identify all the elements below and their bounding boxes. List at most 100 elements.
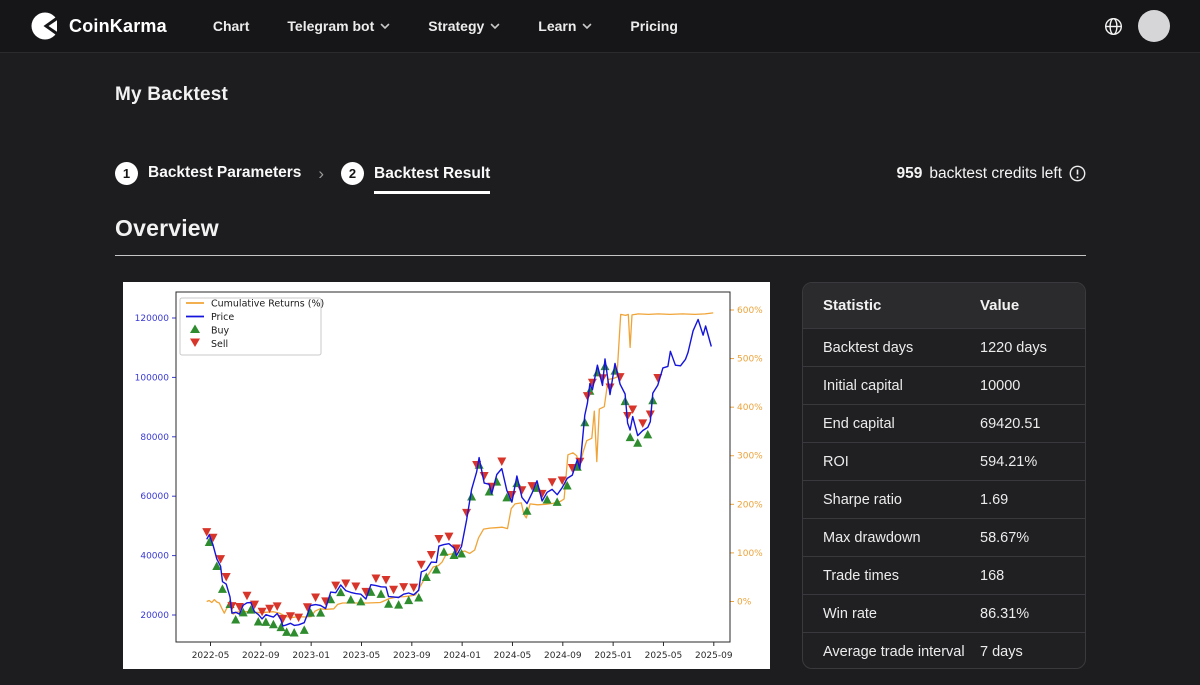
- stats-row-average-trade-interval: Average trade interval7 days: [803, 632, 1085, 669]
- stat-value: 69420.51: [980, 416, 1085, 432]
- y-axis-left-tick-label: 60000: [140, 492, 169, 502]
- x-axis-tick-label: 2025-01: [594, 651, 632, 661]
- section-divider: [115, 255, 1086, 256]
- y-axis-right-tick-label: 100%: [737, 549, 763, 559]
- stat-label: Initial capital: [803, 378, 980, 394]
- chevron-down-icon: [582, 23, 592, 30]
- stat-label: Sharpe ratio: [803, 492, 980, 508]
- credits-count: 959: [896, 165, 922, 183]
- step-2-label: Backtest Result: [374, 165, 490, 194]
- y-axis-left-tick-label: 40000: [140, 552, 169, 562]
- credits-remaining: 959 backtest credits left: [896, 165, 1086, 183]
- backtest-chart: 2022-05 2022-09 2023-01 2023-05 2023-09 2024-…: [123, 282, 770, 669]
- chevron-down-icon: [490, 23, 500, 30]
- stats-row-max-drawdown: Max drawdown58.67%: [803, 518, 1085, 556]
- info-icon[interactable]: [1069, 165, 1086, 182]
- stats-row-win-rate: Win rate86.31%: [803, 594, 1085, 632]
- x-axis-tick-label: 2025-09: [695, 651, 733, 661]
- legend-label: Price: [211, 312, 234, 323]
- stat-value: 1220 days: [980, 340, 1085, 356]
- nav-links: Chart Telegram bot Strategy Learn Pricing: [213, 18, 678, 34]
- stats-row-backtest-days: Backtest days1220 days: [803, 328, 1085, 366]
- nav-link-label: Learn: [538, 18, 576, 34]
- stat-label: Max drawdown: [803, 530, 980, 546]
- stat-value: 594.21%: [980, 454, 1085, 470]
- y-axis-right-tick-label: 500%: [737, 355, 763, 365]
- nav-link-label: Chart: [213, 18, 250, 34]
- stat-label: Average trade interval: [803, 644, 980, 660]
- navbar-right: [1104, 10, 1170, 42]
- stats-row-end-capital: End capital69420.51: [803, 404, 1085, 442]
- stat-value: 10000: [980, 378, 1085, 394]
- stats-row-roi: ROI594.21%: [803, 442, 1085, 480]
- stat-label: End capital: [803, 416, 980, 432]
- stat-value: 7 days: [980, 644, 1085, 660]
- stats-header-statistic: Statistic: [803, 297, 980, 314]
- x-axis-tick-label: 2025-05: [645, 651, 683, 661]
- y-axis-right-tick-label: 200%: [737, 500, 763, 510]
- backtest-page: My Backtest 1 Backtest Parameters › 2 Ba…: [0, 84, 1200, 669]
- stat-label: Backtest days: [803, 340, 980, 356]
- stats-row-sharpe-ratio: Sharpe ratio1.69: [803, 480, 1085, 518]
- nav-link-label: Telegram bot: [287, 18, 374, 34]
- brand-name: CoinKarma: [69, 16, 167, 37]
- step-separator-chevron-icon: ›: [318, 164, 324, 184]
- credits-label: backtest credits left: [929, 165, 1062, 183]
- x-axis-tick-label: 2023-05: [343, 651, 381, 661]
- stepper: 1 Backtest Parameters › 2 Backtest Resul…: [115, 162, 490, 185]
- y-axis-left-tick-label: 20000: [140, 611, 169, 621]
- y-axis-left-tick-label: 100000: [135, 373, 170, 383]
- stats-table-body: Backtest days1220 daysInitial capital100…: [803, 328, 1085, 669]
- stats-table-header: Statistic Value: [803, 283, 1085, 328]
- nav-link-pricing[interactable]: Pricing: [630, 18, 677, 34]
- stats-header-value: Value: [980, 297, 1085, 314]
- step-1-label: Backtest Parameters: [148, 164, 301, 184]
- y-axis-right-tick-label: 600%: [737, 306, 763, 316]
- page-title: My Backtest: [115, 84, 1086, 106]
- stats-table: Statistic Value Backtest days1220 daysIn…: [802, 282, 1086, 669]
- nav-link-strategy[interactable]: Strategy: [428, 18, 500, 34]
- nav-link-learn[interactable]: Learn: [538, 18, 592, 34]
- x-axis-tick-label: 2024-01: [443, 651, 481, 661]
- stat-value: 86.31%: [980, 606, 1085, 622]
- x-axis-tick-label: 2024-09: [544, 651, 582, 661]
- stat-value: 1.69: [980, 492, 1085, 508]
- legend-label: Sell: [211, 339, 228, 350]
- stats-row-trade-times: Trade times168: [803, 556, 1085, 594]
- backtest-chart-svg: 2022-05 2022-09 2023-01 2023-05 2023-09 2024-…: [123, 282, 770, 669]
- nav-link-label: Strategy: [428, 18, 484, 34]
- stepper-row: 1 Backtest Parameters › 2 Backtest Resul…: [115, 162, 1086, 185]
- stats-row-initial-capital: Initial capital10000: [803, 366, 1085, 404]
- language-globe-icon[interactable]: [1104, 17, 1123, 36]
- navbar: CoinKarma Chart Telegram bot Strategy Learn…: [0, 0, 1200, 53]
- x-axis-tick-label: 2022-09: [242, 651, 280, 661]
- x-axis-tick-label: 2023-09: [393, 651, 431, 661]
- brand[interactable]: CoinKarma: [30, 11, 167, 41]
- stat-label: Trade times: [803, 568, 980, 584]
- stat-label: Win rate: [803, 606, 980, 622]
- user-avatar[interactable]: [1138, 10, 1170, 42]
- section-title-overview: Overview: [115, 215, 1086, 242]
- x-axis-tick-label: 2024-05: [494, 651, 532, 661]
- nav-link-telegram-bot[interactable]: Telegram bot: [287, 18, 390, 34]
- nav-link-chart[interactable]: Chart: [213, 18, 250, 34]
- x-axis-tick-label: 2022-05: [192, 651, 230, 661]
- stat-label: ROI: [803, 454, 980, 470]
- step-1-number: 1: [115, 162, 138, 185]
- coinkarma-logo-icon: [30, 11, 60, 41]
- step-backtest-parameters[interactable]: 1 Backtest Parameters: [115, 162, 301, 185]
- step-2-number: 2: [341, 162, 364, 185]
- nav-link-label: Pricing: [630, 18, 677, 34]
- overview-content: 2022-05 2022-09 2023-01 2023-05 2023-09 2024-…: [115, 282, 1086, 669]
- y-axis-left-tick-label: 120000: [135, 314, 170, 324]
- x-axis-tick-label: 2023-01: [292, 651, 330, 661]
- y-axis-left-tick-label: 80000: [140, 433, 169, 443]
- legend-label: Cumulative Returns (%): [211, 299, 324, 310]
- y-axis-right-tick-label: 400%: [737, 403, 763, 413]
- stat-value: 58.67%: [980, 530, 1085, 546]
- y-axis-right-tick-label: 0%: [737, 597, 752, 607]
- step-backtest-result[interactable]: 2 Backtest Result: [341, 162, 490, 185]
- legend-label: Buy: [211, 326, 230, 337]
- stat-value: 168: [980, 568, 1085, 584]
- y-axis-right-tick-label: 300%: [737, 452, 763, 462]
